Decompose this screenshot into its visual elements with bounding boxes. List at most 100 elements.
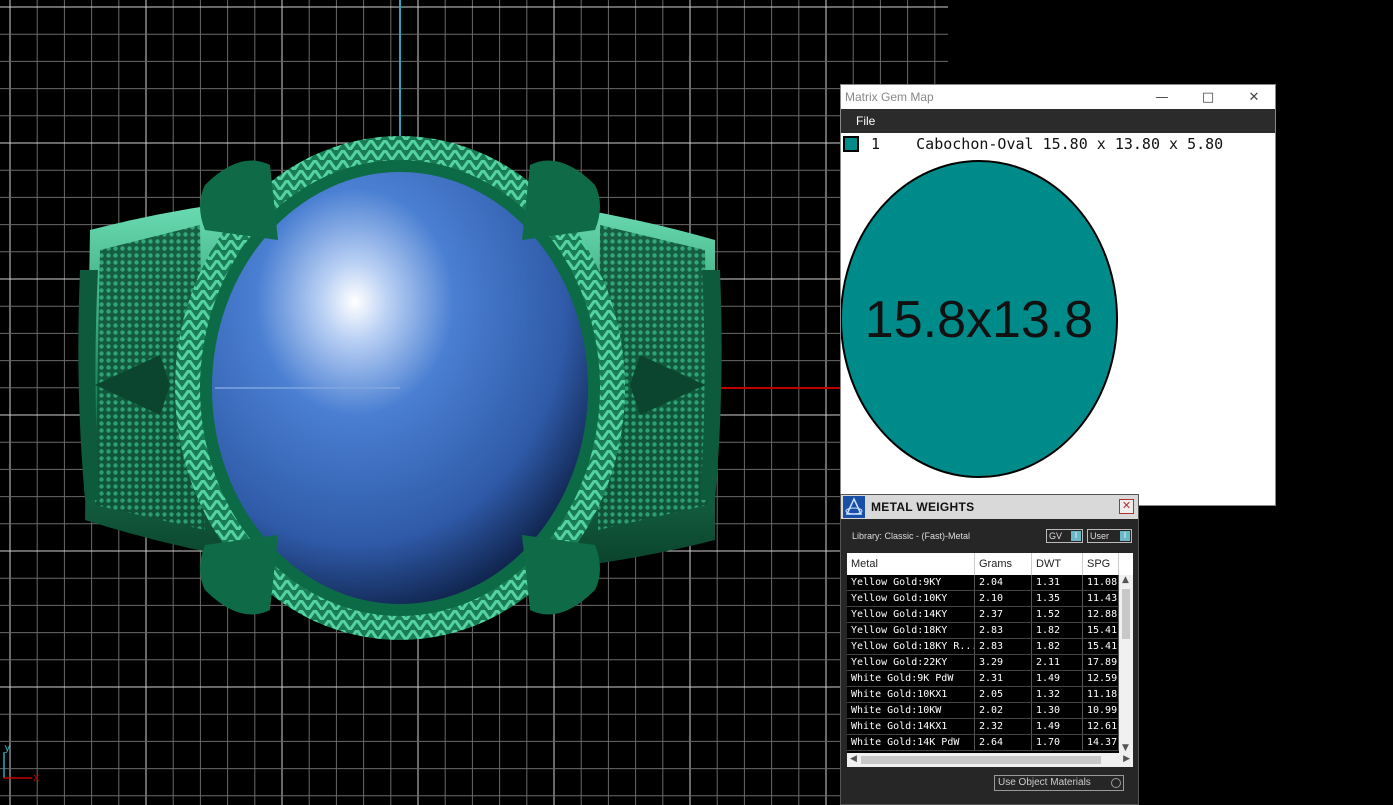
metal-weights-table[interactable]: Metal Grams DWT SPG Yellow Gold:9KY 2.04 1… (847, 553, 1133, 767)
prong-top-right (522, 160, 600, 240)
cell-spg: 17.89 (1083, 655, 1119, 670)
column-header-spg[interactable]: SPG (1083, 553, 1119, 575)
cell-grams: 3.29 (975, 655, 1032, 670)
gem-size-label: 15.8x13.8 (865, 291, 1093, 349)
use-object-materials-button[interactable]: Use Object Materials (994, 775, 1124, 791)
cell-spg: 11.43 (1083, 591, 1119, 606)
gem-description: Cabochon-Oval 15.80 x 13.80 x 5.80 (916, 135, 1224, 153)
column-header-dwt[interactable]: DWT (1032, 553, 1083, 575)
column-header-grams[interactable]: Grams (975, 553, 1032, 575)
cell-dwt: 1.82 (1032, 623, 1083, 638)
close-button[interactable]: ✕ (1231, 85, 1277, 109)
cell-grams: 2.02 (975, 703, 1032, 718)
table-row[interactable]: Yellow Gold:9KY 2.04 1.31 11.08 (847, 575, 1133, 591)
maximize-button[interactable]: □ (1185, 85, 1231, 109)
cell-spg: 10.99 (1083, 703, 1119, 718)
gem-map-window[interactable]: Matrix Gem Map — □ ✕ File 1 Cabochon-Ova… (840, 84, 1276, 506)
cell-spg: 12.61 (1083, 719, 1119, 734)
cell-spg: 15.41 (1083, 639, 1119, 654)
cell-metal: White Gold:14K PdW (847, 735, 975, 750)
cell-dwt: 1.31 (1032, 575, 1083, 590)
prong-bottom-left (200, 535, 278, 615)
gem-color-swatch (843, 136, 859, 152)
vertical-scroll-thumb[interactable] (1122, 589, 1130, 639)
user-toggle-label: User (1090, 531, 1110, 541)
cell-metal: Yellow Gold:22KY (847, 655, 975, 670)
cell-metal: White Gold:9K PdW (847, 671, 975, 686)
vertical-scrollbar[interactable]: ▲ ▼ (1119, 575, 1133, 753)
cell-grams: 2.10 (975, 591, 1032, 606)
gem-map-titlebar[interactable]: Matrix Gem Map — □ ✕ (841, 85, 1275, 109)
cell-metal: White Gold:14KX1 (847, 719, 975, 734)
table-row[interactable]: Yellow Gold:22KY 3.29 2.11 17.89 (847, 655, 1133, 671)
table-row[interactable]: White Gold:14K PdW 2.64 1.70 14.37 (847, 735, 1133, 751)
prong-bottom-right (522, 535, 600, 615)
cell-grams: 2.64 (975, 735, 1032, 750)
cell-spg: 12.88 (1083, 607, 1119, 622)
cell-spg: 15.41 (1083, 623, 1119, 638)
cell-dwt: 1.32 (1032, 687, 1083, 702)
cell-dwt: 2.11 (1032, 655, 1083, 670)
cell-dwt: 1.49 (1032, 719, 1083, 734)
cell-dwt: 1.52 (1032, 607, 1083, 622)
table-row[interactable]: Yellow Gold:18KY R... 2.83 1.82 15.41 (847, 639, 1133, 655)
menu-file[interactable]: File (856, 114, 875, 128)
table-row[interactable]: Yellow Gold:10KY 2.10 1.35 11.43 (847, 591, 1133, 607)
cell-dwt: 1.30 (1032, 703, 1083, 718)
table-row[interactable]: Yellow Gold:18KY 2.83 1.82 15.41 (847, 623, 1133, 639)
cell-spg: 14.37 (1083, 735, 1119, 750)
gem-map-menubar: File (841, 109, 1275, 133)
cell-metal: White Gold:10KX1 (847, 687, 975, 702)
radio-indicator-icon (1111, 778, 1121, 788)
cell-grams: 2.04 (975, 575, 1032, 590)
gem-map-title: Matrix Gem Map (845, 90, 934, 104)
table-row[interactable]: White Gold:9K PdW 2.31 1.49 12.59 (847, 671, 1133, 687)
scroll-right-icon[interactable]: ▶ (1123, 754, 1130, 764)
cell-grams: 2.83 (975, 639, 1032, 654)
table-row[interactable]: White Gold:10KW 2.02 1.30 10.99 (847, 703, 1133, 719)
minimize-button[interactable]: — (1139, 85, 1185, 109)
cell-metal: Yellow Gold:14KY (847, 607, 975, 622)
metal-weights-panel[interactable]: METAL WEIGHTS ✕ Library: Classic - (Fast… (840, 494, 1139, 805)
axis-x-label: x (33, 771, 40, 784)
cell-grams: 2.31 (975, 671, 1032, 686)
scroll-up-icon[interactable]: ▲ (1122, 575, 1129, 585)
library-label: Library: Classic - (Fast)-Metal (852, 531, 971, 541)
ring-model[interactable] (78, 136, 722, 640)
axis-gizmo (3, 752, 32, 779)
table-row[interactable]: White Gold:14KX1 2.32 1.49 12.61 (847, 719, 1133, 735)
scroll-down-icon[interactable]: ▼ (1122, 743, 1129, 753)
cell-metal: White Gold:10KW (847, 703, 975, 718)
column-header-metal[interactable]: Metal (847, 553, 975, 575)
gv-toggle[interactable]: GV I (1046, 529, 1083, 543)
gem-index: 1 (871, 135, 881, 153)
gv-toggle-indicator: I (1071, 531, 1081, 541)
scroll-left-icon[interactable]: ◀ (850, 754, 857, 764)
table-row[interactable]: Yellow Gold:14KY 2.37 1.52 12.88 (847, 607, 1133, 623)
table-row[interactable]: White Gold:10KX1 2.05 1.32 11.18 (847, 687, 1133, 703)
user-toggle-indicator: I (1120, 531, 1130, 541)
prong-top-left (200, 160, 278, 240)
gem-list-item[interactable]: 1 Cabochon-Oval 15.80 x 13.80 x 5.80 (843, 134, 1223, 154)
horizontal-scrollbar[interactable]: ◀ ▶ (847, 753, 1133, 767)
table-header: Metal Grams DWT SPG (847, 553, 1133, 575)
cell-spg: 12.59 (1083, 671, 1119, 686)
metal-weights-title: METAL WEIGHTS (871, 500, 975, 514)
gv-toggle-label: GV (1049, 531, 1063, 541)
horizontal-scroll-thumb[interactable] (861, 756, 1101, 764)
cell-metal: Yellow Gold:18KY (847, 623, 975, 638)
cell-grams: 2.32 (975, 719, 1032, 734)
cell-grams: 2.83 (975, 623, 1032, 638)
cell-grams: 2.37 (975, 607, 1032, 622)
metal-weights-header[interactable]: METAL WEIGHTS ✕ (841, 495, 1138, 519)
gem-outline-view: 15.8x13.8 (841, 160, 1118, 478)
cell-metal: Yellow Gold:9KY (847, 575, 975, 590)
cell-dwt: 1.35 (1032, 591, 1083, 606)
use-object-materials-label: Use Object Materials (998, 777, 1091, 788)
matrix-logo-icon (843, 496, 865, 518)
cell-dwt: 1.70 (1032, 735, 1083, 750)
panel-close-icon[interactable]: ✕ (1119, 499, 1134, 514)
user-toggle[interactable]: User I (1087, 529, 1132, 543)
cell-dwt: 1.82 (1032, 639, 1083, 654)
cell-grams: 2.05 (975, 687, 1032, 702)
